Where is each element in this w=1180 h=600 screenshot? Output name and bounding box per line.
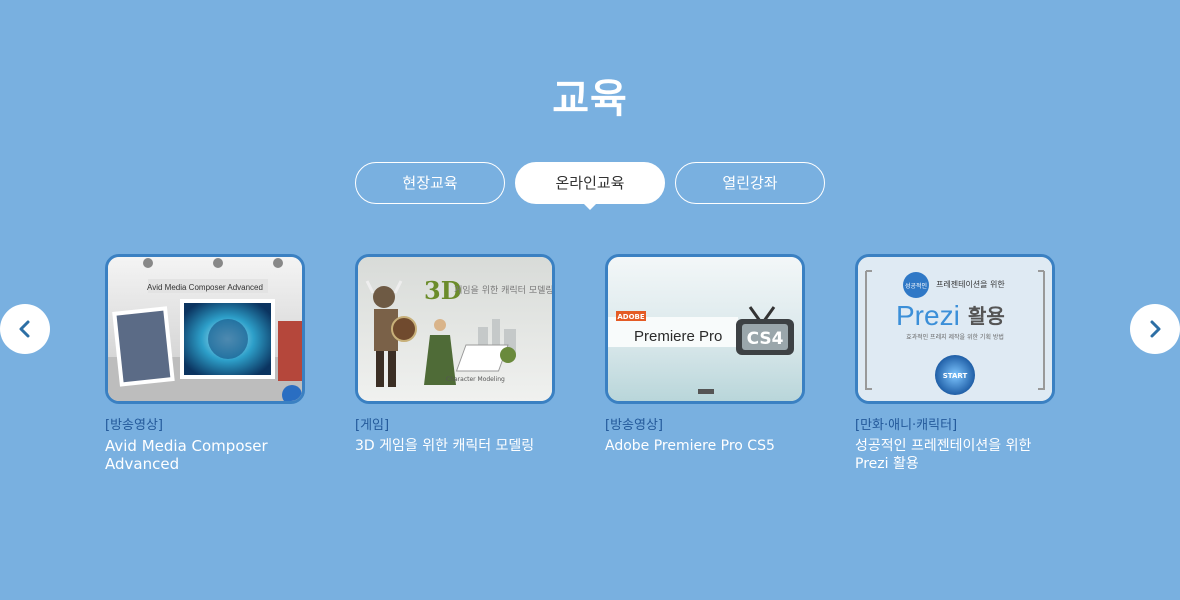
thumb-title: Prezi <box>896 300 960 331</box>
thumb-button: START <box>943 372 968 380</box>
tab-open-lecture[interactable]: 열린강좌 <box>675 162 825 204</box>
thumb-word: 활용 <box>968 304 1005 328</box>
course-thumbnail[interactable]: 3D 게임을 위한 캐릭터 모델링 Character Modeling <box>355 254 555 404</box>
prev-button[interactable] <box>0 304 50 354</box>
course-card[interactable]: ADOBE Premiere Pro CS4 [방송영상] Adobe Prem… <box>605 254 805 455</box>
course-card[interactable]: 3D 게임을 위한 캐릭터 모델링 Character Modeling [게임… <box>355 254 555 455</box>
thumb-heading: 프레젠테이션을 위한 <box>936 279 1005 289</box>
thumb-badge: CS4 <box>747 329 784 349</box>
course-category: [게임] <box>355 418 390 433</box>
course-category: [만화·애니·캐릭터] <box>855 418 958 433</box>
course-thumbnail[interactable]: Avid Media Composer Advanced <box>105 254 305 404</box>
tab-online[interactable]: 온라인교육 <box>515 162 665 210</box>
course-card[interactable]: Avid Media Composer Advanced [방송영상] Avid… <box>105 254 305 473</box>
thumb-brand: ADOBE <box>617 313 645 321</box>
course-title[interactable]: 3D 게임을 위한 캐릭터 모델링 <box>355 437 555 455</box>
course-title[interactable]: 성공적인 프레젠테이션을 위한 Prezi 활용 <box>855 437 1055 473</box>
tab-onsite[interactable]: 현장교육 <box>355 162 505 204</box>
chevron-right-icon <box>1150 320 1161 338</box>
page-title: 교육 <box>552 76 628 122</box>
course-title[interactable]: Avid Media Composer Advanced <box>105 437 305 473</box>
course-category: [방송영상] <box>105 418 163 433</box>
thumb-caption: Character Modeling <box>446 376 505 383</box>
course-title[interactable]: Adobe Premiere Pro CS5 <box>605 437 805 455</box>
chevron-left-icon <box>19 320 30 338</box>
thumb-title: Premiere Pro <box>634 328 722 345</box>
course-thumbnail[interactable]: 성공적인 프레젠테이션을 위한 Prezi 활용 효과적인 프레지 제작을 위한… <box>855 254 1055 404</box>
next-button[interactable] <box>1130 304 1180 354</box>
thumb-caption: Avid Media Composer Advanced <box>147 283 263 292</box>
tab-bar: 현장교육 온라인교육 열린강좌 <box>355 162 825 210</box>
thumb-subtitle: 게임을 위한 캐릭터 모델링 <box>454 284 552 296</box>
course-category: [방송영상] <box>605 418 663 433</box>
course-card[interactable]: 성공적인 프레젠테이션을 위한 Prezi 활용 효과적인 프레지 제작을 위한… <box>855 254 1055 473</box>
thumb-seal: 성공적인 <box>905 282 927 290</box>
course-thumbnail[interactable]: ADOBE Premiere Pro CS4 <box>605 254 805 404</box>
thumb-subtitle: 효과적인 프레지 제작을 위한 기획 방법 <box>906 333 1004 341</box>
